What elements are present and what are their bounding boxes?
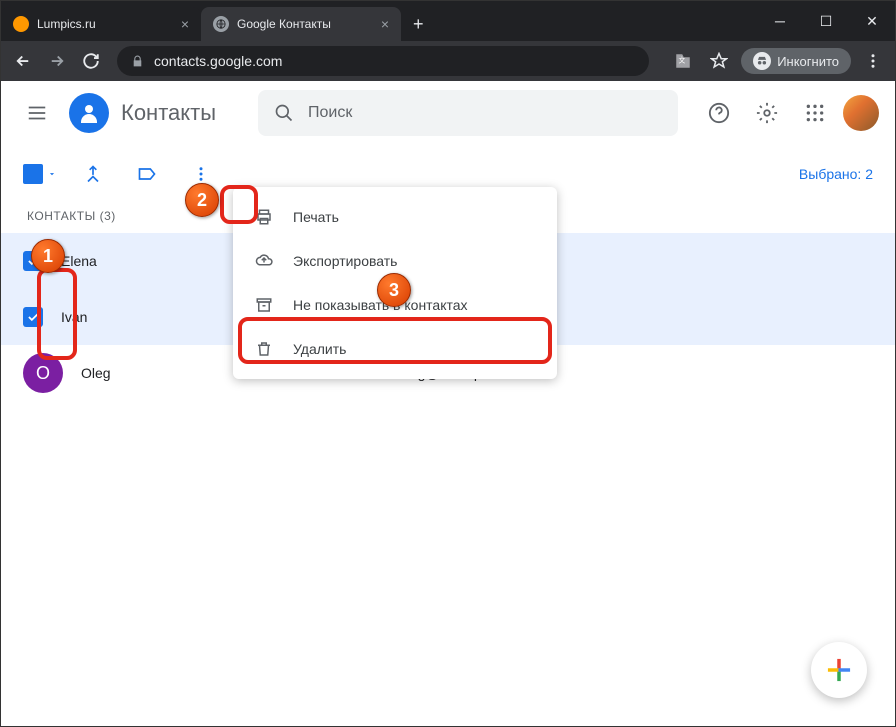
section-label: Контакты bbox=[27, 209, 96, 223]
forward-button[interactable] bbox=[43, 47, 71, 75]
tab-title: Lumpics.ru bbox=[37, 17, 96, 31]
annotation-callout-3: 3 bbox=[377, 273, 411, 307]
back-button[interactable] bbox=[9, 47, 37, 75]
close-icon[interactable]: × bbox=[181, 16, 189, 32]
close-icon[interactable]: × bbox=[381, 16, 389, 32]
section-count: (3) bbox=[100, 209, 116, 223]
label-button[interactable] bbox=[129, 156, 165, 192]
tab-title: Google Контакты bbox=[237, 17, 331, 31]
incognito-chip[interactable]: Инкогнито bbox=[741, 48, 851, 74]
incognito-label: Инкогнито bbox=[777, 54, 839, 69]
browser-tab-google-contacts[interactable]: Google Контакты × bbox=[201, 7, 401, 41]
annotation-box-3 bbox=[238, 317, 552, 364]
window-controls: ─ ☐ ✕ bbox=[757, 1, 895, 41]
new-tab-button[interactable]: + bbox=[401, 7, 436, 41]
app-header: Контакты Поиск bbox=[1, 81, 895, 145]
export-icon bbox=[253, 252, 275, 270]
minimize-button[interactable]: ─ bbox=[757, 1, 803, 41]
selected-count-label: Выбрано: 2 bbox=[799, 166, 873, 182]
annotation-box-1 bbox=[37, 268, 77, 360]
selection-dropdown[interactable] bbox=[23, 164, 57, 184]
browser-titlebar: Lumpics.ru × Google Контакты × + ─ ☐ ✕ bbox=[1, 1, 895, 41]
browser-tab-lumpics[interactable]: Lumpics.ru × bbox=[1, 7, 201, 41]
app-logo bbox=[69, 93, 109, 133]
annotation-callout-2: 2 bbox=[185, 183, 219, 217]
plus-icon bbox=[825, 656, 853, 684]
create-contact-fab[interactable] bbox=[811, 642, 867, 698]
lock-icon bbox=[131, 55, 144, 68]
incognito-icon bbox=[753, 52, 771, 70]
menu-item-print[interactable]: Печать bbox=[233, 195, 557, 239]
browser-address-bar: contacts.google.com 文 Инкогнито bbox=[1, 41, 895, 81]
annotation-callout-1: 1 bbox=[31, 239, 65, 273]
help-button[interactable] bbox=[699, 93, 739, 133]
menu-label: Печать bbox=[293, 209, 339, 225]
url-input[interactable]: contacts.google.com bbox=[117, 46, 649, 76]
translate-icon[interactable]: 文 bbox=[669, 47, 697, 75]
close-window-button[interactable]: ✕ bbox=[849, 1, 895, 41]
reload-button[interactable] bbox=[77, 47, 105, 75]
favicon-globe bbox=[213, 16, 229, 32]
search-input[interactable]: Поиск bbox=[258, 90, 678, 136]
app-title: Контакты bbox=[121, 100, 216, 126]
archive-icon bbox=[253, 296, 275, 314]
settings-button[interactable] bbox=[747, 93, 787, 133]
svg-text:文: 文 bbox=[679, 56, 686, 65]
apps-grid-button[interactable] bbox=[795, 93, 835, 133]
search-icon bbox=[274, 103, 294, 123]
merge-button[interactable] bbox=[75, 156, 111, 192]
hamburger-menu-button[interactable] bbox=[17, 93, 57, 133]
search-placeholder: Поиск bbox=[308, 104, 352, 122]
bookmark-icon[interactable] bbox=[705, 47, 733, 75]
browser-menu-button[interactable] bbox=[859, 47, 887, 75]
maximize-button[interactable]: ☐ bbox=[803, 1, 849, 41]
annotation-box-2 bbox=[220, 185, 258, 224]
user-avatar[interactable] bbox=[843, 95, 879, 131]
menu-label: Экспортировать bbox=[293, 253, 397, 269]
favicon-lumpics bbox=[13, 16, 29, 32]
avatar-initial: O bbox=[36, 363, 50, 384]
url-text: contacts.google.com bbox=[154, 53, 282, 69]
